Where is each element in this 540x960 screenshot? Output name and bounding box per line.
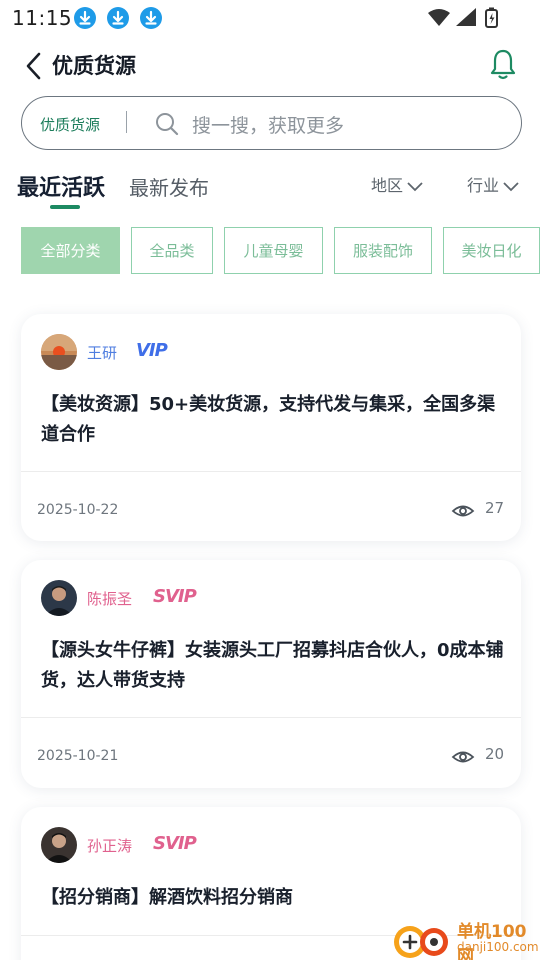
tab-latest-release[interactable]: 最新发布 bbox=[129, 172, 209, 201]
region-filter-label: 地区 bbox=[371, 176, 404, 195]
region-filter[interactable]: 地区 bbox=[371, 172, 425, 196]
search-scope-label[interactable]: 优质货源 bbox=[40, 114, 100, 135]
search-input[interactable]: 搜一搜，获取更多 bbox=[192, 111, 344, 138]
chevron-down-icon bbox=[503, 181, 519, 191]
download-icon bbox=[74, 7, 96, 29]
post-title[interactable]: 【美妆资源】50+美妆货源，支持代发与集采，全国多渠道合作 bbox=[41, 390, 505, 450]
chevron-down-icon bbox=[407, 181, 423, 191]
eye-icon bbox=[451, 505, 475, 517]
author-name[interactable]: 王研 bbox=[87, 342, 117, 363]
status-time: 11:15 bbox=[12, 6, 73, 30]
view-count: 20 bbox=[485, 745, 505, 763]
watermark-site: danji100.com bbox=[457, 940, 539, 954]
category-chip-all[interactable]: 全部分类 bbox=[21, 227, 120, 274]
post-title[interactable]: 【源头女牛仔裤】女装源头工厂招募抖店合伙人，0成本铺货，达人带货支持 bbox=[41, 636, 505, 696]
category-chip-apparel[interactable]: 服装配饰 bbox=[334, 227, 432, 274]
category-chip-all-products[interactable]: 全品类 bbox=[131, 227, 213, 274]
search-icon bbox=[156, 113, 179, 136]
back-arrow-icon[interactable] bbox=[22, 50, 46, 82]
eye-icon bbox=[451, 751, 475, 763]
industry-filter-label: 行业 bbox=[467, 176, 500, 195]
active-tab-indicator bbox=[50, 205, 80, 209]
system-status-icons bbox=[428, 7, 498, 28]
page-title: 优质货源 bbox=[52, 54, 136, 78]
card-divider bbox=[21, 717, 521, 718]
svip-badge: SVIP bbox=[153, 833, 197, 854]
post-card[interactable]: 王研 VIP 【美妆资源】50+美妆货源，支持代发与集采，全国多渠道合作 202… bbox=[21, 314, 521, 541]
bell-icon[interactable] bbox=[488, 48, 518, 82]
industry-filter[interactable]: 行业 bbox=[467, 172, 521, 196]
post-card[interactable]: 陈振圣 SVIP 【源头女牛仔裤】女装源头工厂招募抖店合伙人，0成本铺货，达人带… bbox=[21, 560, 521, 788]
post-date: 2025-10-21 bbox=[37, 748, 119, 764]
tab-recent-active[interactable]: 最近活跃 bbox=[17, 170, 105, 202]
status-bar: 11:15 bbox=[0, 0, 540, 36]
download-icon bbox=[107, 7, 129, 29]
post-title[interactable]: 【招分销商】解酒饮料招分销商 bbox=[41, 883, 505, 913]
author-name[interactable]: 孙正涛 bbox=[87, 835, 132, 856]
vip-badge: VIP bbox=[136, 340, 168, 361]
svip-badge: SVIP bbox=[153, 586, 197, 607]
author-name[interactable]: 陈振圣 bbox=[87, 588, 132, 609]
avatar[interactable] bbox=[41, 334, 77, 370]
card-divider bbox=[21, 471, 521, 472]
search-bar[interactable]: 优质货源 搜一搜，获取更多 bbox=[21, 96, 522, 150]
watermark-logo bbox=[394, 926, 448, 958]
avatar[interactable] bbox=[41, 827, 77, 863]
category-chip-beauty[interactable]: 美妆日化 bbox=[443, 227, 540, 274]
category-chip-kids-maternity[interactable]: 儿童母婴 bbox=[224, 227, 323, 274]
post-date: 2025-10-22 bbox=[37, 502, 119, 518]
search-divider bbox=[126, 111, 127, 133]
view-count: 27 bbox=[485, 499, 505, 517]
avatar[interactable] bbox=[41, 580, 77, 616]
download-icon bbox=[140, 7, 162, 29]
